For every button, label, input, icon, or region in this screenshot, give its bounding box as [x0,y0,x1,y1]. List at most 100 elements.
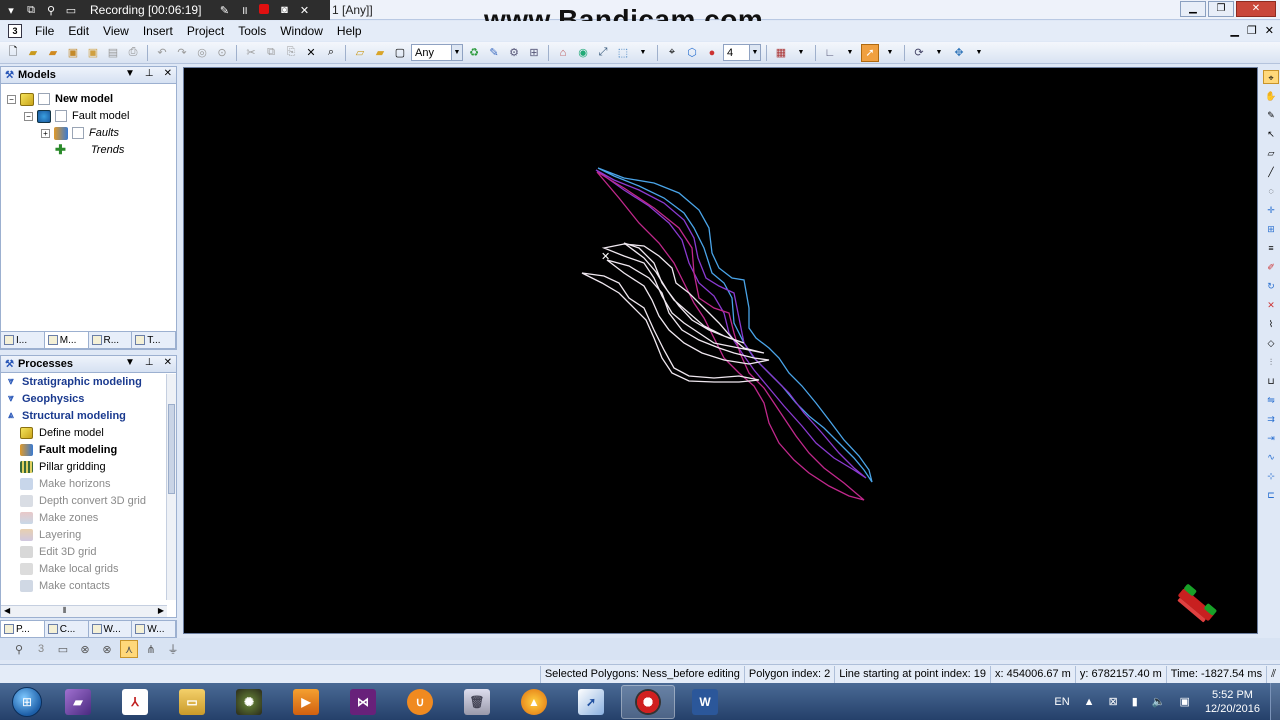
app-icon[interactable]: 3 [8,24,22,38]
collapse-icon[interactable]: − [24,111,33,121]
taskbar-file-explorer[interactable]: ▭ [165,685,219,719]
vertex-icon[interactable]: ◇ [1263,336,1279,350]
rotate-icon[interactable]: ⟳ [910,44,928,62]
search-icon[interactable]: ⚲ [44,4,58,17]
close-button[interactable]: ✕ [1236,1,1276,17]
new-file-icon[interactable]: 🗋 [4,44,22,62]
tree-item-fault-model[interactable]: − Fault model [24,108,129,124]
3d-viewport[interactable]: ✕ [183,67,1258,634]
open-project-icon[interactable]: ▰ [44,44,62,62]
clip-icon[interactable]: ⊏ [1263,488,1279,502]
pin-icon[interactable]: ⊥ [145,68,154,79]
grid-icon[interactable]: ⊞ [1263,222,1279,236]
axis-icon[interactable]: ∟ [821,44,839,62]
menu-window[interactable]: Window [273,24,330,38]
language-indicator[interactable]: EN [1054,696,1069,708]
mdi-minimize-button[interactable]: ▁ [1230,24,1238,37]
lasso-icon[interactable]: ◌ [1263,184,1279,198]
chevron-down-icon[interactable]: ▼ [970,44,988,62]
chevron-down-icon[interactable]: ▼ [930,44,948,62]
delete-icon[interactable]: ✕ [302,44,320,62]
menu-tools[interactable]: Tools [231,24,273,38]
cut-icon[interactable]: ✂ [242,44,260,62]
pause-icon[interactable]: ॥ [237,3,251,18]
tab-results[interactable]: R... [88,332,133,348]
extend-icon[interactable]: ⇥ [1263,431,1279,445]
pick-icon[interactable]: ✎ [1263,108,1279,122]
tab-templates[interactable]: T... [132,332,176,348]
horizontal-scrollbar[interactable]: ◀ ⦀ ▶ [1,605,167,617]
chevron-down-icon[interactable]: ▼ [841,44,859,62]
show-hidden-icons-icon[interactable]: ▲ [1084,696,1095,708]
globe-icon[interactable]: ● [703,44,721,62]
tab-processes[interactable]: P... [1,621,45,637]
save-as-icon[interactable]: ▣ [84,44,102,62]
count-combo[interactable]: 4 ▼ [723,44,761,61]
stop-circle-icon[interactable]: ⊗ [98,640,116,658]
close-icon[interactable]: ✕ [164,68,172,79]
fault-polygons-canvas[interactable]: ✕ [184,68,1257,633]
taskbar-recycle-bin[interactable]: 🗑 [450,685,504,719]
layers-icon[interactable]: ≡ [1263,241,1279,255]
window-icon[interactable]: ▭ [54,640,72,658]
snap-icon[interactable]: ⊹ [1263,469,1279,483]
ring-icon[interactable]: ⊙ [213,44,231,62]
smooth-icon[interactable]: ∿ [1263,450,1279,464]
polyline-icon[interactable]: ⌇ [1263,317,1279,331]
pencil-icon[interactable]: ✎ [217,4,231,17]
recycle-icon[interactable]: ♻ [465,44,483,62]
process-edit-3d-grid[interactable]: Edit 3D grid [1,543,176,560]
folder-icon[interactable]: ▰ [371,44,389,62]
chevron-down-icon[interactable]: ▼ [125,357,135,368]
paste-icon[interactable]: ⎘ [282,44,300,62]
eye-icon[interactable]: ◉ [574,44,592,62]
settings-icon[interactable]: ⚙ [505,44,523,62]
layout-icon[interactable]: ⊞ [525,44,543,62]
taskbar-vlc-player[interactable]: ▲ [507,685,561,719]
process-group-structural[interactable]: ⩓ Structural modeling [1,407,176,424]
color-table-icon[interactable]: ▦ [772,44,790,62]
copy-icon[interactable]: ⧉ [262,44,280,62]
filter-combo[interactable]: Any ▼ [411,44,463,61]
chevron-down-icon[interactable]: ▼ [125,68,135,79]
tab-windows[interactable]: W... [132,621,176,637]
expand-icon[interactable]: + [41,128,50,138]
brush-red-icon[interactable]: ✐ [1263,260,1279,274]
delete-icon[interactable]: ✕ [1263,298,1279,312]
process-make-contacts[interactable]: Make contacts [1,577,176,594]
cube-view-icon[interactable]: ⬡ [683,44,701,62]
taskbar-book-app[interactable]: ▰ [51,685,105,719]
taskbar-uc-browser[interactable]: ∪ [393,685,447,719]
stop-circle-icon[interactable]: ⊗ [76,640,94,658]
home-icon[interactable]: ⌂ [554,44,572,62]
taskbar-bandicam[interactable] [621,684,675,719]
window-icon[interactable]: ⧉ [24,4,38,17]
process-make-zones[interactable]: Make zones [1,509,176,526]
process-pillar-gridding[interactable]: Pillar gridding [1,458,176,475]
add-point-icon[interactable]: ✛ [1263,203,1279,217]
process-fault-modeling[interactable]: Fault modeling [1,441,176,458]
process-define-model[interactable]: Define model [1,424,176,441]
stop-icon[interactable] [257,3,271,17]
minimize-icon[interactable]: ▾ [4,4,18,17]
crosshair-icon[interactable]: ⌖ [663,44,681,62]
pan-icon[interactable]: ✋ [1263,89,1279,103]
tab-cases[interactable]: C... [44,621,89,637]
menu-edit[interactable]: Edit [61,24,96,38]
power-icon[interactable]: ▣ [1180,695,1190,708]
process-make-local-grids[interactable]: Make local grids [1,560,176,577]
taskbar-media-player[interactable]: ▶ [279,685,333,719]
menu-project[interactable]: Project [180,24,231,38]
tab-models[interactable]: M... [44,332,89,348]
tab-workflows[interactable]: W... [88,621,133,637]
menu-file[interactable]: File [28,24,61,38]
network-blocked-icon[interactable]: ⊠ [1109,695,1118,708]
move-icon[interactable]: ✥ [950,44,968,62]
close-icon[interactable]: ✕ [297,4,311,17]
target-icon[interactable]: ◎ [193,44,211,62]
axis-node-icon[interactable]: ⚲ [10,640,28,658]
scrollbar-thumb[interactable] [168,404,175,494]
scroll-grip-icon[interactable]: ⦀ [63,606,67,616]
brush-icon[interactable]: ▱ [1263,146,1279,160]
taskbar-pdf-reader[interactable]: ⅄ [108,685,162,719]
